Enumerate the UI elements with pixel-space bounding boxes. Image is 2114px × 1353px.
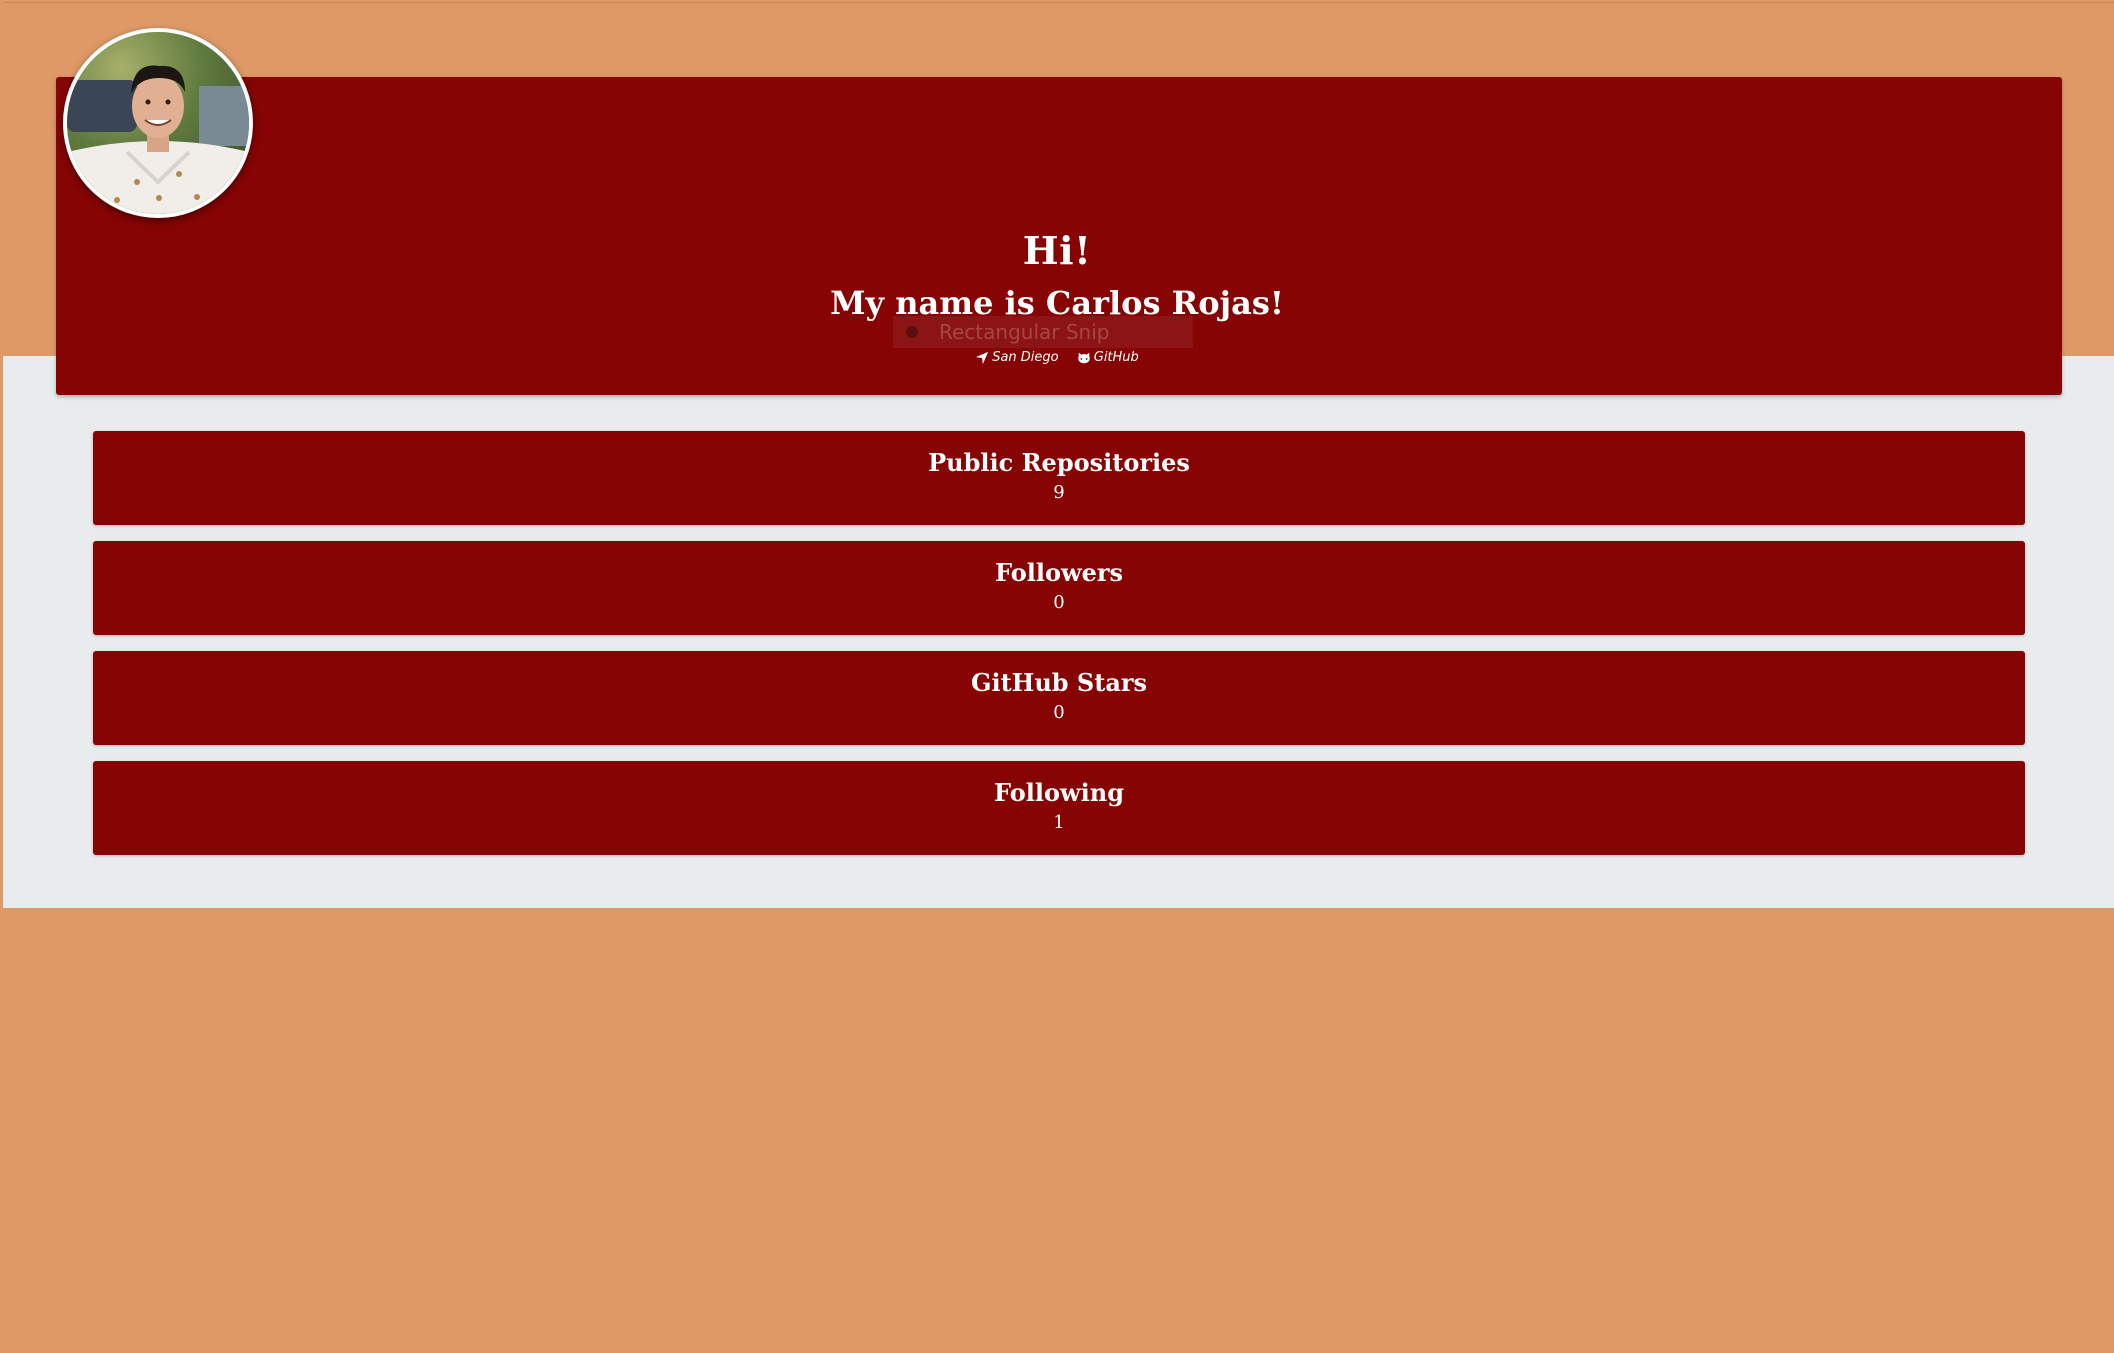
stat-label: GitHub Stars [970,668,1148,697]
stat-card-followers: Followers 0 [93,541,2025,635]
stat-value: 1 [1053,812,1065,833]
location-label: San Diego [992,350,1059,365]
stat-card-github-stars: GitHub Stars 0 [93,651,2025,745]
profile-photo-image [67,32,249,214]
snip-icon [906,326,918,338]
stat-value: 0 [1053,592,1065,613]
location-arrow-icon [976,351,989,364]
rectangular-snip-overlay: Rectangular Snip [893,316,1193,348]
stat-label: Following [994,778,1124,807]
github-link[interactable]: GitHub [1077,350,1139,365]
stat-label: Public Repositories [928,448,1190,477]
hero-greeting: Hi! [1022,228,1092,273]
stat-value: 0 [1053,702,1065,723]
location-link[interactable]: San Diego [975,350,1059,365]
stat-card-public-repositories: Public Repositories 9 [93,431,2025,525]
avatar [63,28,253,218]
stats-list: Public Repositories 9 Followers 0 GitHub… [93,431,2025,871]
github-label: GitHub [1093,350,1139,365]
snip-label: Rectangular Snip [939,320,1110,344]
hero-links: San Diego GitHub [0,350,2114,369]
github-icon [1078,352,1090,363]
stat-label: Followers [994,558,1124,587]
stat-value: 9 [1053,482,1065,503]
stat-card-following: Following 1 [93,761,2025,855]
